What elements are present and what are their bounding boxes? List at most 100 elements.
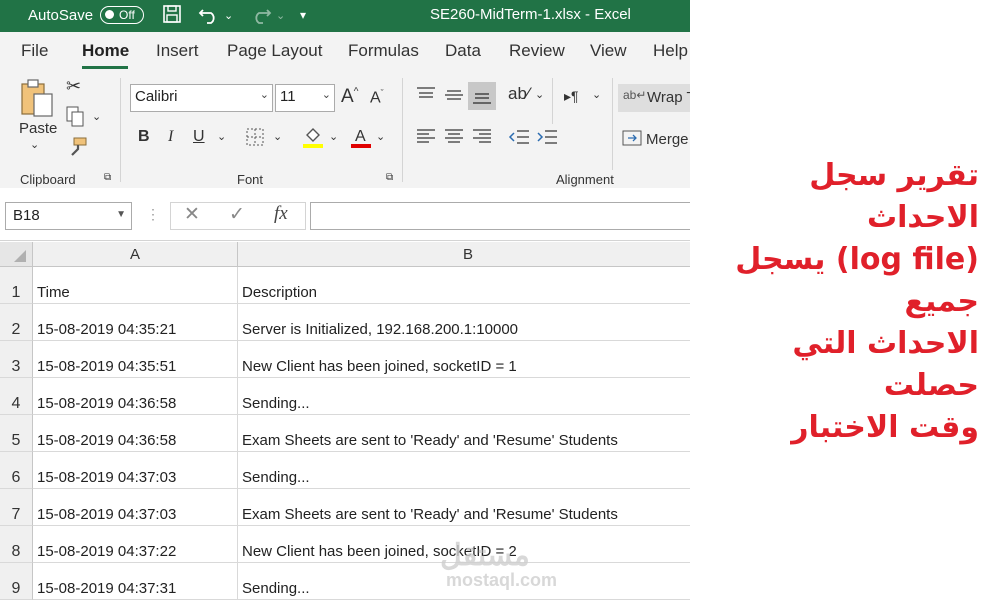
tab-data[interactable]: Data bbox=[445, 41, 481, 61]
font-name-select[interactable]: Calibri ⌄ bbox=[130, 84, 273, 112]
borders-icon[interactable] bbox=[245, 127, 265, 152]
bold-button[interactable]: B bbox=[138, 128, 150, 146]
autosave-toggle[interactable]: Off bbox=[100, 6, 144, 24]
name-box-value: B18 bbox=[13, 207, 40, 224]
row-header[interactable]: 7 bbox=[0, 489, 33, 526]
orientation-icon[interactable]: ab⁄ bbox=[508, 84, 530, 104]
fill-color-icon[interactable] bbox=[302, 125, 324, 154]
font-size-select[interactable]: 11 ⌄ bbox=[275, 84, 335, 112]
insert-function-icon[interactable]: fx bbox=[274, 203, 288, 225]
tab-insert[interactable]: Insert bbox=[156, 41, 199, 61]
select-all-button[interactable] bbox=[0, 242, 33, 267]
formula-input[interactable] bbox=[310, 202, 690, 230]
top-align-icon[interactable] bbox=[416, 86, 436, 109]
row-header[interactable]: 6 bbox=[0, 452, 33, 489]
cell-b[interactable]: Server is Initialized, 192.168.200.1:100… bbox=[238, 304, 690, 341]
text-direction-dropdown-icon[interactable]: ⌄ bbox=[592, 88, 601, 101]
increase-indent-icon[interactable] bbox=[536, 128, 558, 151]
annotation-line: وقت الاختبار bbox=[791, 410, 979, 445]
cell-b[interactable]: Sending... bbox=[238, 378, 690, 415]
watermark-logo: مستقل bbox=[440, 539, 530, 572]
tab-review[interactable]: Review bbox=[509, 41, 565, 61]
tab-help[interactable]: Help bbox=[653, 41, 688, 61]
bottom-align-icon[interactable] bbox=[468, 82, 496, 110]
ribbon-tabs: File Home Insert Page Layout Formulas Da… bbox=[0, 32, 690, 70]
row-header[interactable]: 2 bbox=[0, 304, 33, 341]
tab-formulas[interactable]: Formulas bbox=[348, 41, 419, 61]
decrease-indent-icon[interactable] bbox=[508, 128, 530, 151]
fill-color-dropdown-icon[interactable]: ⌄ bbox=[329, 130, 338, 143]
customize-toolbar-icon[interactable]: ▾ bbox=[300, 8, 306, 22]
italic-button[interactable]: I bbox=[168, 128, 173, 146]
font-group-label: Font bbox=[237, 172, 264, 187]
cell-a[interactable]: 15-08-2019 04:37:03 bbox=[33, 489, 238, 526]
font-launcher-icon[interactable]: ⧉ bbox=[386, 172, 393, 183]
tab-home[interactable]: Home bbox=[82, 41, 129, 61]
excel-window: AutoSave Off ⌄ ⌄ ▾ SE260-MidTerm-1.xlsx … bbox=[0, 0, 690, 603]
tab-file[interactable]: File bbox=[21, 41, 48, 61]
increase-font-size-icon[interactable]: A^ bbox=[341, 86, 358, 108]
font-size-dropdown-icon: ⌄ bbox=[321, 89, 331, 101]
align-left-icon[interactable] bbox=[416, 128, 436, 151]
align-right-icon[interactable] bbox=[472, 128, 492, 151]
row-header[interactable]: 1 bbox=[0, 267, 33, 304]
underline-dropdown-icon[interactable]: ⌄ bbox=[217, 130, 226, 143]
row-header[interactable]: 5 bbox=[0, 415, 33, 452]
format-painter-icon[interactable] bbox=[66, 136, 88, 163]
alignment-group-label: Alignment bbox=[556, 172, 614, 187]
cell-b[interactable]: Exam Sheets are sent to 'Ready' and 'Res… bbox=[238, 415, 690, 452]
cell-a[interactable]: 15-08-2019 04:36:58 bbox=[33, 415, 238, 452]
merge-center-button[interactable]: Merge bbox=[618, 126, 690, 154]
undo-icon[interactable] bbox=[198, 4, 220, 29]
save-icon[interactable] bbox=[162, 4, 182, 29]
row-header[interactable]: 9 bbox=[0, 563, 33, 600]
column-header-b[interactable]: B bbox=[238, 242, 690, 267]
cell-a[interactable]: 15-08-2019 04:37:22 bbox=[33, 526, 238, 563]
redo-dropdown-icon[interactable]: ⌄ bbox=[276, 9, 285, 22]
paste-label[interactable]: Paste bbox=[19, 120, 57, 137]
copy-icon[interactable] bbox=[66, 106, 86, 133]
cell-a[interactable]: 15-08-2019 04:37:31 bbox=[33, 563, 238, 600]
row-header[interactable]: 8 bbox=[0, 526, 33, 563]
cell-a[interactable]: 15-08-2019 04:37:03 bbox=[33, 452, 238, 489]
cell-b[interactable]: Exam Sheets are sent to 'Ready' and 'Res… bbox=[238, 489, 690, 526]
cancel-icon[interactable]: ✕ bbox=[184, 203, 200, 226]
middle-align-icon[interactable] bbox=[444, 86, 464, 109]
wrap-text-icon: ab↵ bbox=[623, 88, 647, 102]
cut-icon[interactable]: ✂ bbox=[66, 76, 81, 97]
tab-view[interactable]: View bbox=[590, 41, 627, 61]
underline-button[interactable]: U bbox=[193, 128, 205, 146]
align-center-icon[interactable] bbox=[444, 128, 464, 151]
font-color-dropdown-icon[interactable]: ⌄ bbox=[376, 130, 385, 143]
decrease-font-size-icon[interactable]: Aˇ bbox=[370, 88, 384, 107]
text-direction-icon[interactable]: ▸¶ bbox=[564, 88, 579, 105]
paste-dropdown-icon[interactable]: ⌄ bbox=[30, 138, 39, 151]
annotation-line: الاحداث التي حصلت bbox=[792, 326, 979, 403]
row-header[interactable]: 3 bbox=[0, 341, 33, 378]
active-tab-indicator bbox=[82, 66, 128, 69]
column-header-a[interactable]: A bbox=[33, 242, 238, 267]
row-header[interactable]: 4 bbox=[0, 378, 33, 415]
divider bbox=[612, 78, 613, 170]
font-color-icon[interactable]: A bbox=[350, 125, 372, 154]
cell-a[interactable]: 15-08-2019 04:35:51 bbox=[33, 341, 238, 378]
tab-page-layout[interactable]: Page Layout bbox=[227, 41, 322, 61]
name-box[interactable]: B18 ▼ bbox=[5, 202, 132, 230]
autosave-state: Off bbox=[119, 8, 135, 22]
paste-icon[interactable] bbox=[18, 78, 56, 125]
cell-a[interactable]: 15-08-2019 04:36:58 bbox=[33, 378, 238, 415]
borders-dropdown-icon[interactable]: ⌄ bbox=[273, 130, 282, 143]
cell-b[interactable]: Description bbox=[238, 267, 690, 304]
cell-a[interactable]: 15-08-2019 04:35:21 bbox=[33, 304, 238, 341]
clipboard-launcher-icon[interactable]: ⧉ bbox=[104, 172, 111, 183]
orientation-dropdown-icon[interactable]: ⌄ bbox=[535, 88, 544, 101]
cell-a[interactable]: Time bbox=[33, 267, 238, 304]
wrap-text-button[interactable]: ab↵ Wrap T bbox=[618, 84, 690, 112]
enter-icon[interactable]: ✓ bbox=[229, 203, 245, 226]
font-name-value: Calibri bbox=[135, 88, 178, 105]
undo-dropdown-icon[interactable]: ⌄ bbox=[224, 9, 233, 22]
cell-b[interactable]: New Client has been joined, socketID = 1 bbox=[238, 341, 690, 378]
copy-dropdown-icon[interactable]: ⌄ bbox=[92, 110, 101, 123]
redo-icon[interactable] bbox=[250, 4, 272, 29]
cell-b[interactable]: Sending... bbox=[238, 452, 690, 489]
